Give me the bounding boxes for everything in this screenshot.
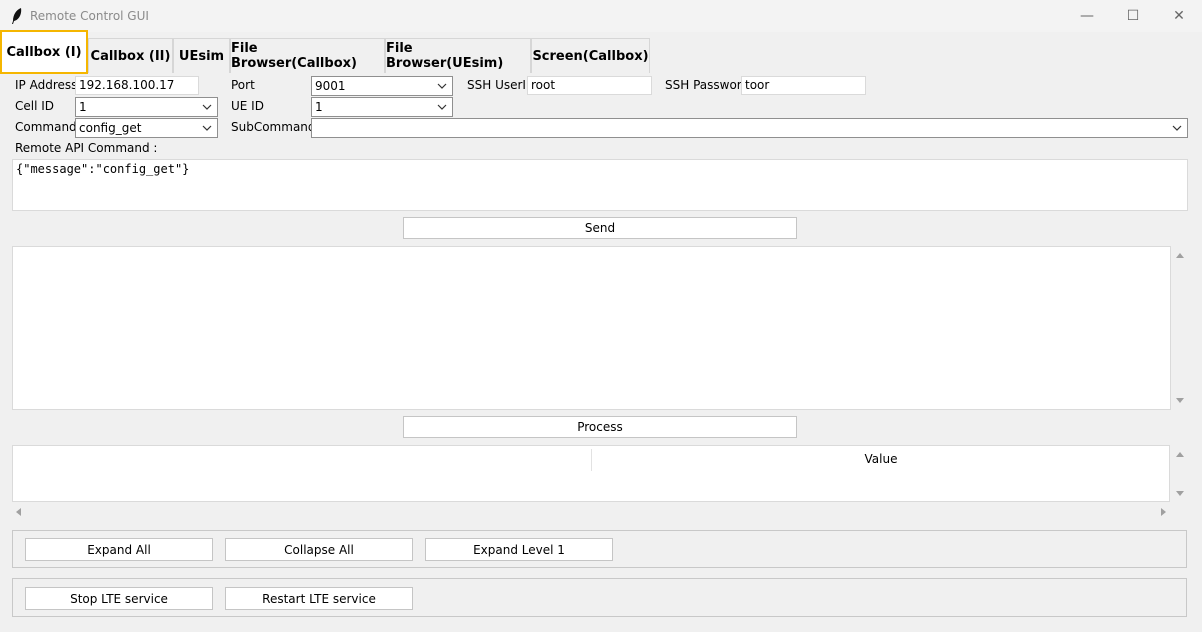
ssh-userid-label: SSH UserID — [467, 78, 536, 92]
tab-label: Callbox (I) — [6, 44, 82, 60]
response-scrollbar[interactable] — [1172, 246, 1188, 410]
tab-label: Callbox (II) — [90, 48, 171, 64]
command-label: Command — [15, 120, 77, 134]
subcommand-select[interactable] — [311, 118, 1188, 138]
expand-level-1-button[interactable]: Expand Level 1 — [425, 538, 613, 561]
scroll-left-icon — [16, 508, 21, 516]
api-command-text: {"message":"config_get"} — [16, 162, 190, 176]
process-button[interactable]: Process — [403, 416, 797, 438]
tree-controls-group: Expand All Collapse All Expand Level 1 — [12, 530, 1187, 568]
ip-address-field[interactable]: 192.168.100.17 — [75, 76, 199, 95]
scroll-right-icon — [1161, 508, 1166, 516]
ue-id-label: UE ID — [231, 99, 264, 113]
restart-lte-service-button[interactable]: Restart LTE service — [225, 587, 413, 610]
chevron-down-icon — [202, 104, 212, 110]
command-select[interactable]: config_get — [75, 118, 218, 138]
close-icon: ✕ — [1173, 8, 1185, 24]
result-treeview[interactable]: Value — [12, 445, 1170, 502]
scroll-up-icon — [1176, 253, 1184, 258]
cell-id-value: 1 — [79, 100, 87, 114]
tab-screen-callbox[interactable]: Screen(Callbox) — [531, 38, 650, 73]
tab-callbox-1[interactable]: Callbox (I) — [0, 30, 88, 74]
chevron-down-icon — [437, 104, 447, 110]
tab-callbox-2[interactable]: Callbox (II) — [88, 38, 173, 73]
subcommand-label: SubCommand — [231, 120, 316, 134]
tab-label: File Browser(UEsim) — [386, 41, 504, 71]
port-value: 9001 — [315, 79, 346, 93]
tree-column-header-value[interactable]: Value — [592, 446, 1170, 471]
ue-id-select[interactable]: 1 — [311, 97, 453, 117]
close-button[interactable]: ✕ — [1156, 0, 1202, 32]
tab-file-browser-uesim[interactable]: File Browser(UEsim) — [385, 38, 531, 73]
maximize-icon: ☐ — [1126, 8, 1140, 24]
ue-id-value: 1 — [315, 100, 323, 114]
tab-uesim[interactable]: UEsim — [173, 38, 230, 73]
tab-label: UEsim — [178, 48, 225, 64]
chevron-down-icon — [437, 83, 447, 89]
maximize-button[interactable]: ☐ — [1110, 0, 1156, 32]
chevron-down-icon — [1172, 125, 1182, 131]
ssh-password-label: SSH Password — [665, 78, 750, 92]
ssh-userid-field[interactable]: root — [527, 76, 652, 95]
port-select[interactable]: 9001 — [311, 76, 453, 96]
ssh-password-field[interactable]: toor — [741, 76, 866, 95]
tree-horizontal-scrollbar[interactable] — [12, 505, 1170, 519]
tab-label: Screen(Callbox) — [532, 48, 649, 64]
cell-id-select[interactable]: 1 — [75, 97, 218, 117]
feather-icon — [12, 8, 22, 24]
command-value: config_get — [79, 121, 142, 135]
chevron-down-icon — [202, 125, 212, 131]
tree-vertical-scrollbar[interactable] — [1172, 445, 1188, 502]
stop-lte-service-button[interactable]: Stop LTE service — [25, 587, 213, 610]
send-button[interactable]: Send — [403, 217, 797, 239]
scroll-down-icon — [1176, 398, 1184, 403]
scroll-down-icon — [1176, 491, 1184, 496]
expand-all-button[interactable]: Expand All — [25, 538, 213, 561]
port-label: Port — [231, 78, 255, 92]
cell-id-label: Cell ID — [15, 99, 55, 113]
service-controls-group: Stop LTE service Restart LTE service — [12, 578, 1187, 617]
tab-file-browser-callbox[interactable]: File Browser(Callbox) — [230, 38, 385, 73]
response-textarea[interactable] — [12, 246, 1171, 410]
remote-api-command-label: Remote API Command : — [15, 141, 158, 155]
scroll-up-icon — [1176, 452, 1184, 457]
tree-column-header-1[interactable] — [13, 446, 591, 471]
minimize-button[interactable]: — — [1064, 0, 1110, 32]
collapse-all-button[interactable]: Collapse All — [225, 538, 413, 561]
remote-api-command-textarea[interactable]: {"message":"config_get"} — [12, 159, 1188, 211]
ip-address-label: IP Address — [15, 78, 78, 92]
title-bar — [0, 0, 1202, 32]
window-title: Remote Control GUI — [30, 9, 149, 23]
minimize-icon: — — [1080, 8, 1094, 24]
tab-label: File Browser(Callbox) — [231, 41, 357, 71]
